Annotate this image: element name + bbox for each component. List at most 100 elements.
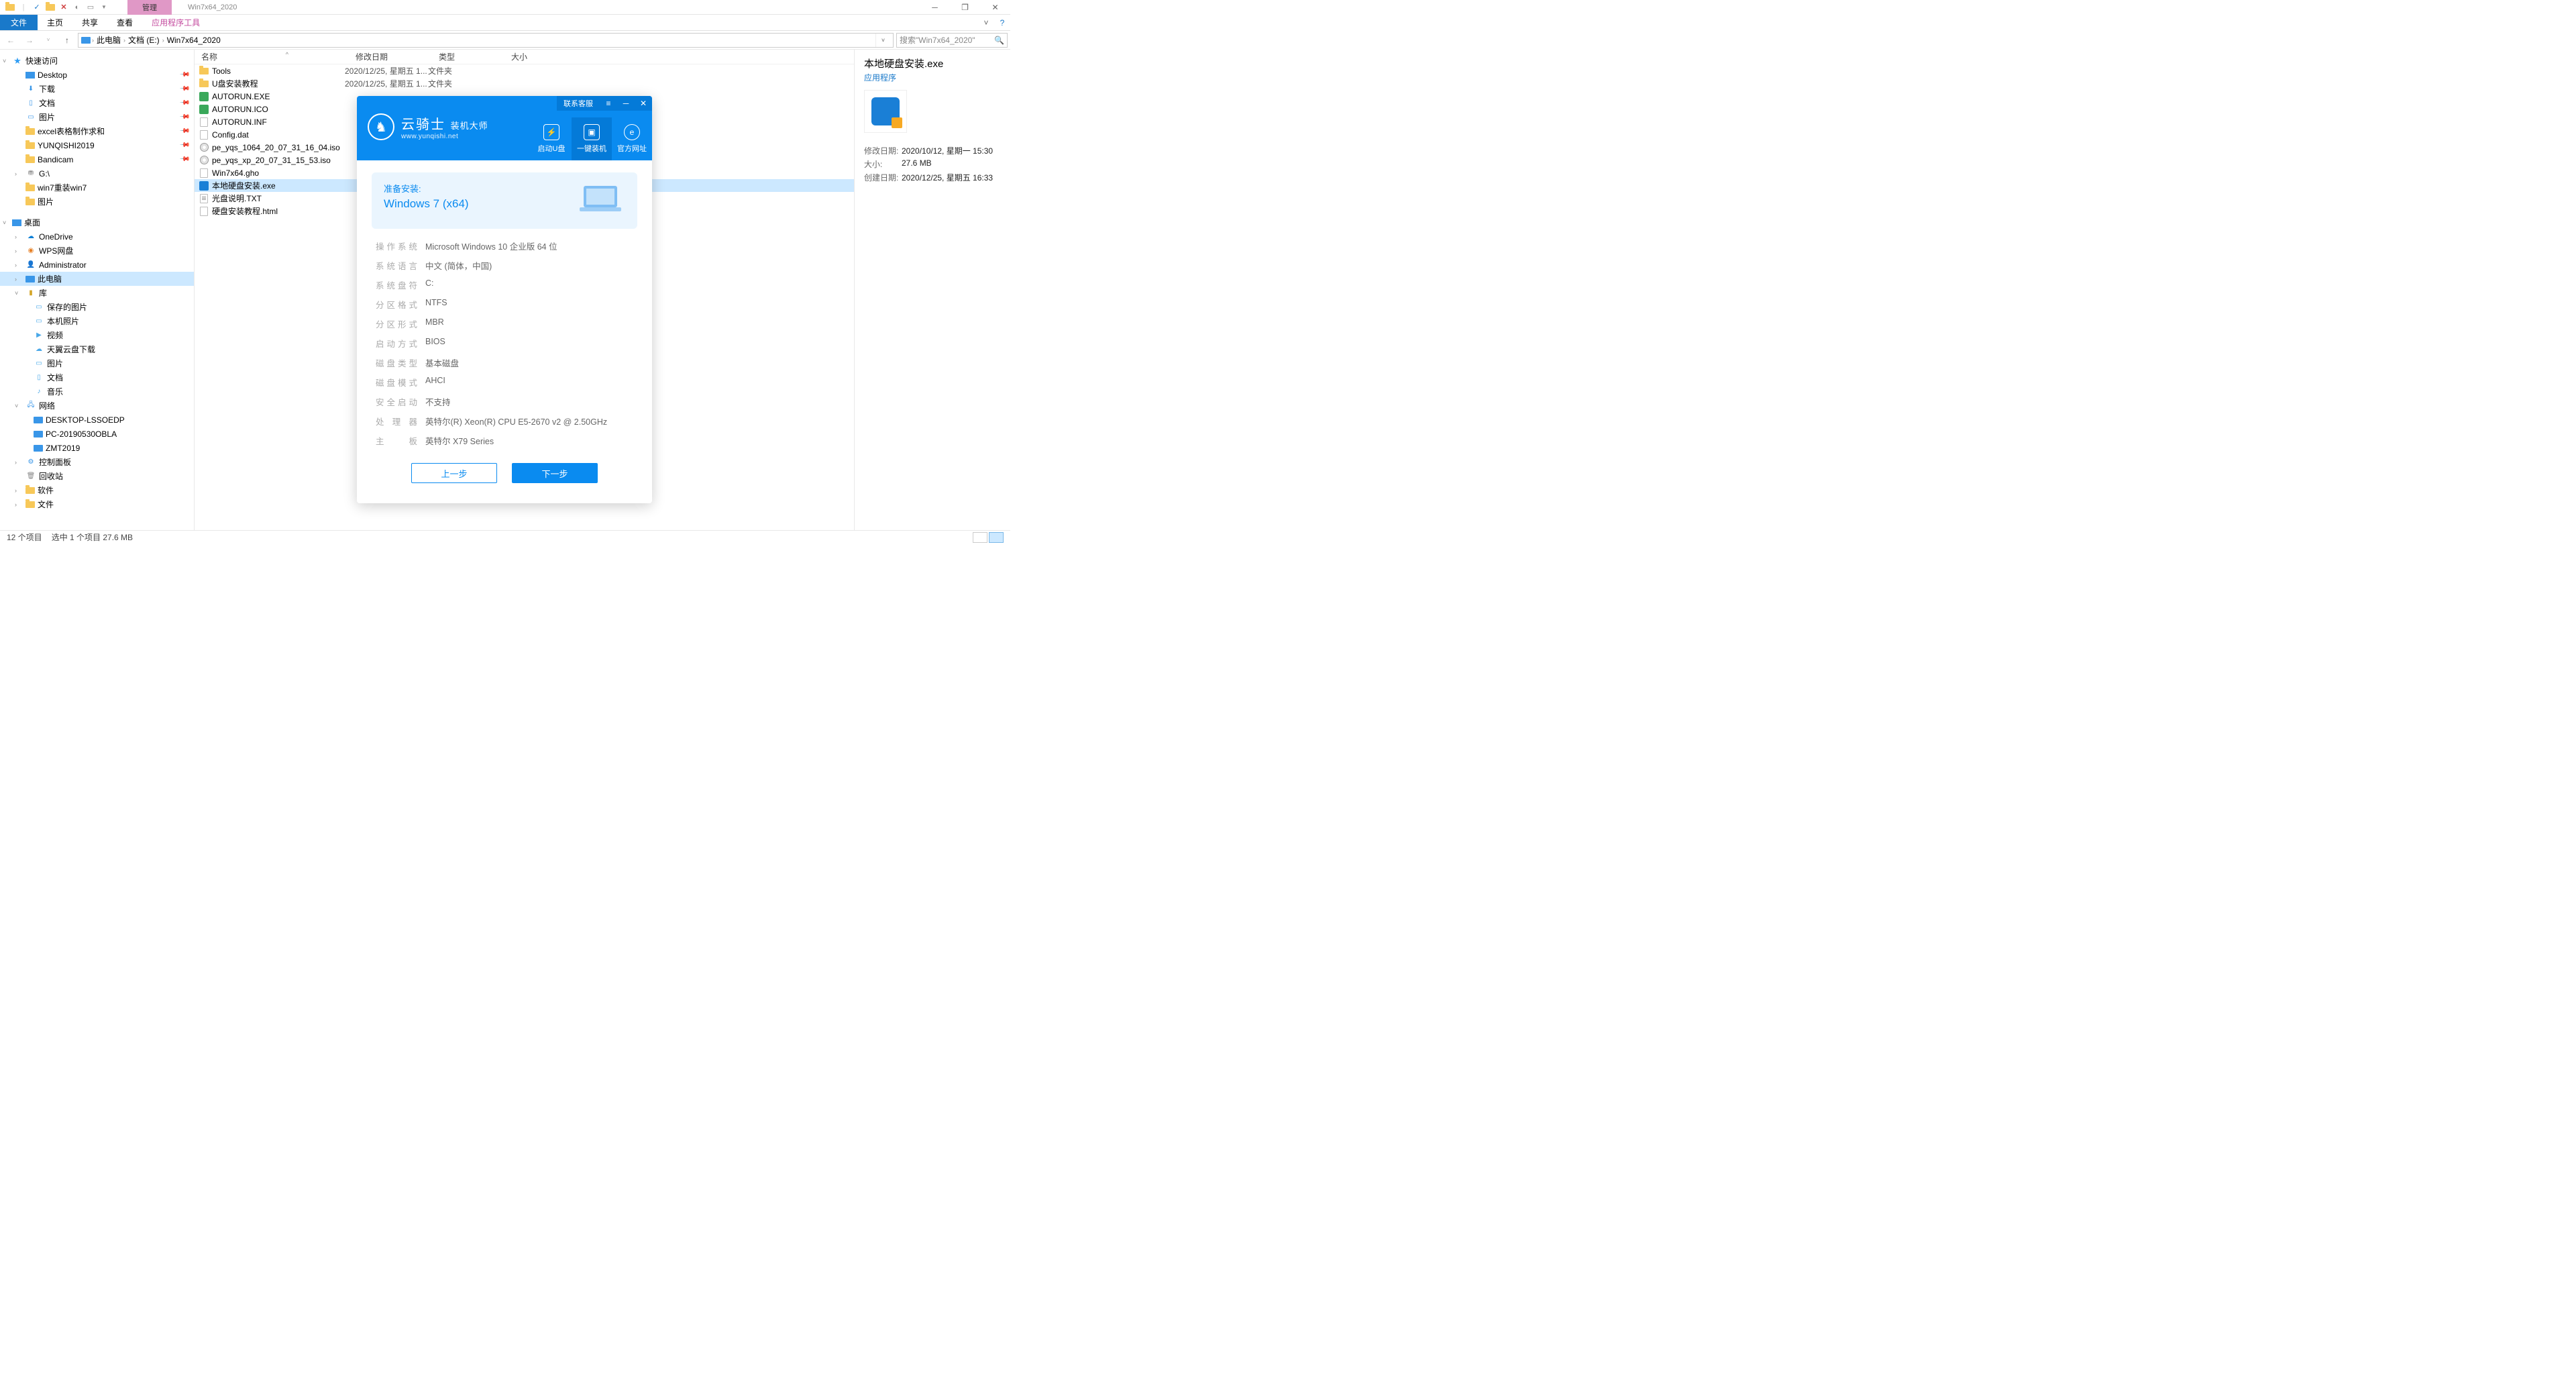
nav-lib-item[interactable]: ☁天翼云盘下载 xyxy=(0,342,194,356)
nav-lib-item[interactable]: ▭图片 xyxy=(0,356,194,370)
chevron-right-icon[interactable]: › xyxy=(15,170,23,177)
nav-one-click[interactable]: ▣一键装机 xyxy=(572,117,612,160)
checkmark-icon[interactable]: ✓ xyxy=(31,1,43,13)
minimize-icon[interactable]: ─ xyxy=(617,99,635,108)
tab-home[interactable]: 主页 xyxy=(38,15,72,30)
close-icon[interactable]: ✕ xyxy=(635,99,652,108)
col-type[interactable]: 类型 xyxy=(432,51,504,62)
breadcrumb-seg[interactable]: Win7x64_2020 xyxy=(166,36,222,45)
delete-icon[interactable]: ✕ xyxy=(58,1,70,13)
maximize-button[interactable]: ❐ xyxy=(950,0,980,15)
chevron-right-icon[interactable]: › xyxy=(92,37,94,44)
nav-lib-item[interactable]: ▯文档 xyxy=(0,370,194,384)
col-size[interactable]: 大小 xyxy=(504,51,558,62)
col-name[interactable]: 名称 xyxy=(195,51,349,62)
nav-item-folder[interactable]: 图片 xyxy=(0,195,194,209)
nav-desktop-root[interactable]: ˅桌面 xyxy=(0,215,194,229)
chevron-down-icon[interactable]: ˅ xyxy=(15,290,23,297)
properties-icon[interactable]: ◐ xyxy=(71,1,83,13)
refresh-icon[interactable]: ˅ xyxy=(875,34,890,47)
nav-item-folder[interactable]: excel表格制作求和📌 xyxy=(0,124,194,138)
chevron-right-icon[interactable]: › xyxy=(15,459,23,466)
nav-lib-item[interactable]: ▭本机照片 xyxy=(0,314,194,328)
help-icon[interactable]: ? xyxy=(994,15,1010,30)
nav-item-drive[interactable]: ›⛃G:\ xyxy=(0,166,194,181)
nav-item-this-pc[interactable]: ›此电脑 xyxy=(0,272,194,286)
nav-recent-dropdown[interactable]: ˅ xyxy=(40,32,56,48)
nav-label: 图片 xyxy=(39,111,55,123)
breadcrumb-seg[interactable]: 此电脑 xyxy=(95,34,122,46)
folder2-icon[interactable] xyxy=(44,1,56,13)
nav-net-item[interactable]: ZMT2019 xyxy=(0,441,194,455)
search-input[interactable]: 搜索"Win7x64_2020" 🔍 xyxy=(896,33,1008,48)
chevron-right-icon[interactable]: › xyxy=(15,248,23,254)
nav-item-pictures[interactable]: ▭图片📌 xyxy=(0,110,194,124)
nav-item-documents[interactable]: ▯文档📌 xyxy=(0,96,194,110)
nav-item-folder[interactable]: ›文件 xyxy=(0,497,194,511)
next-button[interactable]: 下一步 xyxy=(512,463,598,483)
file-tab[interactable]: 文件 xyxy=(0,15,38,30)
view-details-icon[interactable] xyxy=(973,532,987,543)
nav-item-recycle[interactable]: 🗑回收站 xyxy=(0,469,194,483)
nav-label: 音乐 xyxy=(47,386,63,397)
nav-item-network[interactable]: ˅🖧网络 xyxy=(0,399,194,413)
info-row: 主板英特尔 X79 Series xyxy=(376,434,633,447)
breadcrumb-seg[interactable]: 文档 (E:) xyxy=(127,34,161,46)
nav-net-item[interactable]: DESKTOP-LSSOEDP xyxy=(0,413,194,427)
chevron-right-icon[interactable]: › xyxy=(15,234,23,240)
nav-item-desktop[interactable]: Desktop📌 xyxy=(0,68,194,82)
nav-lib-item[interactable]: ▭保存的图片 xyxy=(0,300,194,314)
nav-item-folder[interactable]: YUNQISHI2019📌 xyxy=(0,138,194,152)
col-date[interactable]: 修改日期 xyxy=(349,51,432,62)
tab-share[interactable]: 共享 xyxy=(72,15,107,30)
chevron-right-icon[interactable]: › xyxy=(123,37,125,44)
nav-item-folder[interactable]: Bandicam📌 xyxy=(0,152,194,166)
contact-support-button[interactable]: 联系客服 xyxy=(557,98,600,109)
tab-view[interactable]: 查看 xyxy=(107,15,142,30)
rename-icon[interactable]: ▭ xyxy=(85,1,97,13)
chevron-right-icon[interactable]: › xyxy=(15,276,23,282)
nav-lib-item[interactable]: ♪音乐 xyxy=(0,384,194,399)
chevron-down-icon[interactable]: ˅ xyxy=(3,219,11,226)
column-headers[interactable]: 名称 修改日期 类型 大小 xyxy=(195,50,854,64)
file-row[interactable]: U盘安装教程2020/12/25, 星期五 1...文件夹 xyxy=(195,77,854,90)
close-button[interactable]: ✕ xyxy=(980,0,1010,15)
view-thumbs-icon[interactable] xyxy=(989,532,1004,543)
nav-item-onedrive[interactable]: ›☁OneDrive xyxy=(0,229,194,244)
nav-back-button[interactable]: ← xyxy=(3,32,19,48)
usb-icon: ⚡ xyxy=(543,124,559,140)
nav-item-libraries[interactable]: ˅▮库 xyxy=(0,286,194,300)
nav-item-wps[interactable]: ›◉WPS网盘 xyxy=(0,244,194,258)
nav-boot-usb[interactable]: ⚡启动U盘 xyxy=(531,117,572,160)
nav-item-downloads[interactable]: ⬇下载📌 xyxy=(0,82,194,96)
nav-net-item[interactable]: PC-20190530OBLA xyxy=(0,427,194,441)
folder-icon[interactable] xyxy=(4,1,16,13)
info-key: 安全启动 xyxy=(376,395,417,408)
menu-icon[interactable]: ≡ xyxy=(600,99,617,108)
nav-lib-item[interactable]: ▶视频 xyxy=(0,328,194,342)
chevron-right-icon[interactable]: › xyxy=(15,487,23,494)
qat-dropdown-icon[interactable]: ▼ xyxy=(98,1,110,13)
chevron-right-icon[interactable]: › xyxy=(162,37,164,44)
chevron-down-icon[interactable]: ˅ xyxy=(15,403,23,409)
minimize-button[interactable]: ─ xyxy=(920,0,950,15)
nav-item-folder[interactable]: ›软件 xyxy=(0,483,194,497)
nav-forward-button[interactable]: → xyxy=(21,32,38,48)
nav-quick-access[interactable]: ˅★快速访问 xyxy=(0,54,194,68)
search-icon[interactable]: 🔍 xyxy=(994,36,1004,45)
tab-app-tools[interactable]: 应用程序工具 xyxy=(142,15,209,30)
nav-item-folder[interactable]: win7重装win7 xyxy=(0,181,194,195)
context-tab-manage[interactable]: 管理 xyxy=(127,0,172,15)
nav-up-button[interactable]: ↑ xyxy=(59,32,75,48)
nav-tree[interactable]: ˅★快速访问 Desktop📌 ⬇下载📌 ▯文档📌 ▭图片📌 excel表格制作… xyxy=(0,50,195,530)
ribbon-collapse-icon[interactable]: ˅ xyxy=(978,15,994,30)
nav-website[interactable]: e官方网址 xyxy=(612,117,652,160)
prev-button[interactable]: 上一步 xyxy=(411,463,497,483)
file-row[interactable]: Tools2020/12/25, 星期五 1...文件夹 xyxy=(195,64,854,77)
nav-item-control-panel[interactable]: ›⚙控制面板 xyxy=(0,455,194,469)
chevron-right-icon[interactable]: › xyxy=(15,262,23,268)
chevron-right-icon[interactable]: › xyxy=(15,501,23,508)
nav-item-user[interactable]: ›👤Administrator xyxy=(0,258,194,272)
chevron-down-icon[interactable]: ˅ xyxy=(3,58,11,64)
breadcrumb[interactable]: › 此电脑 › 文档 (E:) › Win7x64_2020 ˅ xyxy=(78,33,894,48)
